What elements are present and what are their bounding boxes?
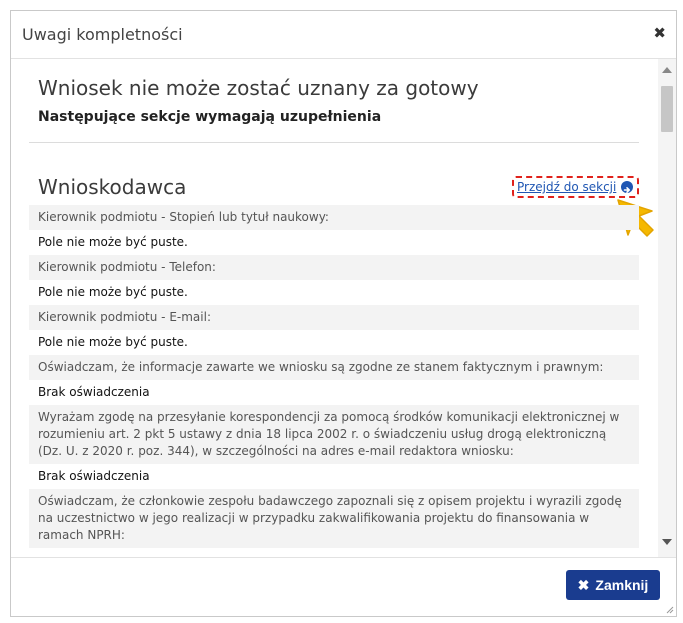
remark-question: Wyrażam zgodę na przesyłanie koresponden… [29, 405, 639, 464]
remark-question: Oświadczam, że informacje zawarte we wni… [29, 355, 639, 380]
dialog-footer: ✖ Zamknij [11, 557, 676, 616]
remark-answer: Pole nie może być puste. [38, 335, 188, 349]
remark-question: Kierownik podmiotu - Stopień lub tytuł n… [29, 205, 639, 230]
remark-answer: Pole nie może być puste. [38, 235, 188, 249]
arrow-circle-right-icon[interactable] [621, 181, 633, 193]
remark-question: Kierownik podmiotu - Telefon: [29, 255, 639, 280]
remark-answer: Brak oświadczenia [38, 469, 150, 483]
remark-answer: Brak oświadczenia [38, 385, 150, 399]
page-subtitle: Następujące sekcje wymagają uzupełnienia [38, 109, 382, 125]
vertical-scrollbar[interactable] [658, 59, 676, 557]
completeness-dialog: Uwagi kompletności ✖ Wniosek nie może zo… [10, 10, 677, 617]
close-icon[interactable]: ✖ [653, 25, 666, 41]
goto-section-highlight: Przejdź do sekcji [512, 176, 639, 198]
goto-section-link[interactable]: Przejdź do sekcji [517, 180, 616, 194]
section-title: Wnioskodawca [38, 175, 187, 199]
scroll-up-arrow-icon[interactable] [662, 67, 672, 73]
page-title: Wniosek nie może zostać uznany za gotowy [38, 76, 479, 100]
remark-answer: Pole nie może być puste. [38, 285, 188, 299]
close-icon: ✖ [577, 576, 590, 593]
dialog-body[interactable]: Wniosek nie może zostać uznany za gotowy… [11, 59, 676, 557]
close-button-label: Zamknij [595, 577, 649, 593]
dialog-title: Uwagi kompletności [22, 25, 183, 44]
scrollbar-thumb[interactable] [661, 86, 673, 132]
remark-question: Kierownik podmiotu - E-mail: [29, 305, 639, 330]
remark-question: Oświadczam, że członkowie zespołu badawc… [29, 489, 639, 548]
divider [29, 142, 639, 143]
remarks-list: Kierownik podmiotu - Stopień lub tytuł n… [29, 205, 639, 548]
dialog-header: Uwagi kompletności ✖ [11, 11, 676, 59]
resize-grip-icon[interactable] [664, 604, 674, 614]
scroll-down-arrow-icon[interactable] [662, 539, 672, 545]
close-button[interactable]: ✖ Zamknij [566, 570, 660, 600]
